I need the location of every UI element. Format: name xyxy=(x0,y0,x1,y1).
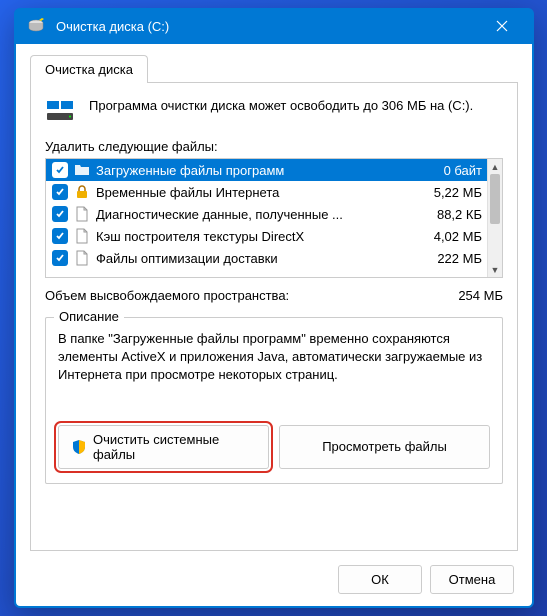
dialog-content: Очистка диска Программа очистки диска мо… xyxy=(16,44,532,606)
scrollbar[interactable]: ▲ ▼ xyxy=(487,159,502,277)
file-type-icon xyxy=(74,250,90,266)
file-list: Загруженные файлы программ 0 байт Временны… xyxy=(45,158,503,278)
disk-cleanup-icon xyxy=(26,16,46,36)
file-type-icon xyxy=(74,228,90,244)
shield-icon xyxy=(71,439,87,455)
total-label: Объем высвобождаемого пространства: xyxy=(45,288,289,303)
file-row[interactable]: Кэш построителя текстуры DirectX 4,02 МБ xyxy=(46,225,502,247)
file-row[interactable]: Временные файлы Интернета 5,22 МБ xyxy=(46,181,502,203)
file-name: Файлы оптимизации доставки xyxy=(96,251,414,266)
tab-cleanup[interactable]: Очистка диска xyxy=(30,55,148,83)
file-row[interactable]: Загруженные файлы программ 0 байт xyxy=(46,159,502,181)
scroll-up-icon[interactable]: ▲ xyxy=(488,159,502,174)
cancel-button[interactable]: Отмена xyxy=(430,565,514,594)
description-box: Описание В папке "Загруженные файлы прог… xyxy=(45,317,503,484)
scroll-down-icon[interactable]: ▼ xyxy=(488,262,502,277)
tab-row: Очистка диска xyxy=(30,54,518,83)
file-type-icon xyxy=(74,184,90,200)
view-files-button[interactable]: Просмотреть файлы xyxy=(279,425,490,469)
close-button[interactable] xyxy=(482,10,522,42)
total-row: Объем высвобождаемого пространства: 254 … xyxy=(45,288,503,303)
ok-button[interactable]: ОК xyxy=(338,565,422,594)
checkbox[interactable] xyxy=(52,162,68,178)
file-row[interactable]: Файлы оптимизации доставки 222 МБ xyxy=(46,247,502,269)
dialog-footer: ОК Отмена xyxy=(30,565,518,594)
description-text: В папке "Загруженные файлы программ" вре… xyxy=(58,330,490,385)
file-size: 4,02 МБ xyxy=(422,229,482,244)
info-row: Программа очистки диска может освободить… xyxy=(45,97,503,123)
drive-icon xyxy=(45,99,77,123)
description-title: Описание xyxy=(54,309,124,324)
file-row[interactable]: Диагностические данные, полученные ... 88… xyxy=(46,203,502,225)
checkbox[interactable] xyxy=(52,184,68,200)
file-name: Загруженные файлы программ xyxy=(96,163,414,178)
description-buttons: Очистить системные файлы Просмотреть фай… xyxy=(58,425,490,469)
file-type-icon xyxy=(74,206,90,222)
file-size: 88,2 КБ xyxy=(422,207,482,222)
checkbox[interactable] xyxy=(52,250,68,266)
checkbox[interactable] xyxy=(52,228,68,244)
tab-panel: Программа очистки диска может освободить… xyxy=(30,83,518,551)
info-text: Программа очистки диска может освободить… xyxy=(89,97,503,115)
file-size: 5,22 МБ xyxy=(422,185,482,200)
window-title: Очистка диска (C:) xyxy=(56,19,482,34)
titlebar: Очистка диска (C:) xyxy=(14,8,534,44)
file-name: Кэш построителя текстуры DirectX xyxy=(96,229,414,244)
file-size: 222 МБ xyxy=(422,251,482,266)
file-size: 0 байт xyxy=(422,163,482,178)
clean-system-files-label: Очистить системные файлы xyxy=(93,432,256,462)
clean-system-files-button[interactable]: Очистить системные файлы xyxy=(58,425,269,469)
total-value: 254 МБ xyxy=(458,288,503,303)
file-type-icon xyxy=(74,162,90,178)
file-list-label: Удалить следующие файлы: xyxy=(45,139,503,154)
checkbox[interactable] xyxy=(52,206,68,222)
file-name: Временные файлы Интернета xyxy=(96,185,414,200)
view-files-label: Просмотреть файлы xyxy=(322,439,447,454)
scroll-thumb[interactable] xyxy=(490,174,500,224)
dialog-window: Очистка диска (C:) Очистка диска Програм… xyxy=(14,8,534,608)
file-name: Диагностические данные, полученные ... xyxy=(96,207,414,222)
